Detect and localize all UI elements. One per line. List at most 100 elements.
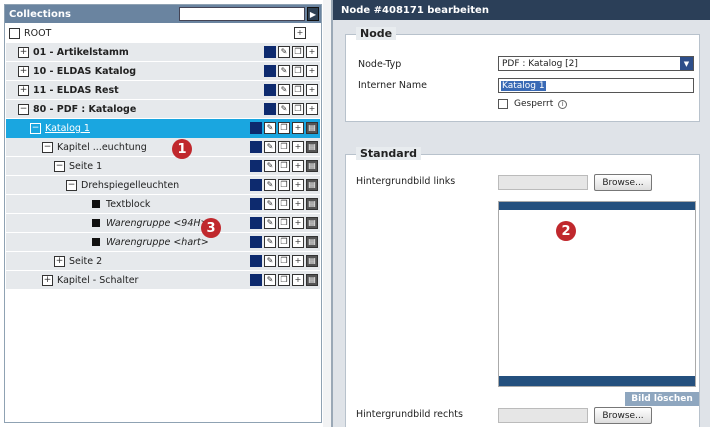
copy-icon[interactable]: ❐	[278, 217, 290, 229]
status-icon[interactable]	[250, 255, 262, 267]
copy-icon[interactable]: ❐	[292, 46, 304, 58]
copy-icon[interactable]: ❐	[278, 198, 290, 210]
add-icon[interactable]: +	[292, 274, 304, 286]
expand-icon[interactable]: +	[18, 46, 29, 58]
bg-left-browse-button[interactable]: Browse...	[594, 174, 652, 191]
tree-row[interactable]: Textblock ✎ ❐ + ▤	[6, 195, 320, 214]
add-icon[interactable]: +	[306, 103, 318, 115]
edit-icon[interactable]: ✎	[264, 255, 276, 267]
collapse-icon[interactable]: −	[18, 103, 29, 115]
add-icon[interactable]: +	[292, 198, 304, 210]
root-checkbox[interactable]	[9, 28, 20, 39]
add-icon[interactable]: +	[306, 46, 318, 58]
status-icon[interactable]	[250, 179, 262, 191]
collections-search-input[interactable]	[179, 7, 305, 21]
tree-row[interactable]: − Drehspiegelleuchten ✎ ❐ + ▤	[6, 176, 320, 195]
add-icon[interactable]: +	[306, 84, 318, 96]
bg-right-browse-button[interactable]: Browse...	[594, 407, 652, 424]
collapse-icon[interactable]: −	[54, 160, 65, 172]
lock-icon[interactable]: ▤	[306, 141, 318, 153]
lock-icon[interactable]: ▤	[306, 255, 318, 267]
status-icon[interactable]	[264, 84, 276, 96]
expand-icon[interactable]: +	[18, 84, 29, 96]
internal-name-input[interactable]: Katalog 1	[498, 78, 694, 93]
add-icon[interactable]: +	[292, 122, 304, 134]
info-icon[interactable]: i	[558, 99, 568, 109]
tree-row[interactable]: + 10 - ELDAS Katalog ✎ ❐ +	[6, 62, 320, 81]
lock-icon[interactable]: ▤	[306, 198, 318, 210]
status-icon[interactable]	[250, 198, 262, 210]
tree-row[interactable]: + Seite 2 ✎ ❐ + ▤	[6, 252, 320, 271]
lock-icon[interactable]: ▤	[306, 122, 318, 134]
locked-checkbox[interactable]	[498, 99, 508, 109]
status-icon[interactable]	[250, 236, 262, 248]
status-icon[interactable]	[250, 122, 262, 134]
lock-icon[interactable]: ▤	[306, 217, 318, 229]
collapse-icon[interactable]: −	[66, 179, 77, 191]
add-icon[interactable]: +	[306, 65, 318, 77]
edit-icon[interactable]: ✎	[278, 103, 290, 115]
edit-icon[interactable]: ✎	[264, 236, 276, 248]
copy-icon[interactable]: ❐	[278, 236, 290, 248]
copy-icon[interactable]: ❐	[292, 84, 304, 96]
add-icon[interactable]: +	[292, 179, 304, 191]
tree-row[interactable]: + 01 - Artikelstamm ✎ ❐ +	[6, 43, 320, 62]
delete-image-button[interactable]: Bild löschen	[625, 392, 699, 406]
add-icon[interactable]: +	[292, 217, 304, 229]
collapse-icon[interactable]: −	[30, 123, 41, 134]
status-icon[interactable]	[250, 141, 262, 153]
tree-row-selected[interactable]: − Katalog 1 ✎ ❐ + ▤	[6, 119, 320, 138]
lock-icon[interactable]: ▤	[306, 179, 318, 191]
locked-option[interactable]: Gesperrt i	[498, 99, 568, 109]
lock-icon[interactable]: ▤	[306, 236, 318, 248]
edit-icon[interactable]: ✎	[264, 141, 276, 153]
add-icon[interactable]: +	[292, 160, 304, 172]
edit-icon[interactable]: ✎	[264, 217, 276, 229]
status-icon[interactable]	[264, 65, 276, 77]
edit-icon[interactable]: ✎	[264, 122, 276, 134]
tree-row-root[interactable]: ROOT +	[6, 24, 320, 43]
edit-icon[interactable]: ✎	[264, 198, 276, 210]
tree-row[interactable]: − Seite 1 ✎ ❐ + ▤	[6, 157, 320, 176]
tree-row[interactable]: Warengruppe <hart> ✎ ❐ + ▤	[6, 233, 320, 252]
node-type-select[interactable]: PDF : Katalog [2] ▼	[498, 56, 694, 71]
lock-icon[interactable]: ▤	[306, 274, 318, 286]
lock-icon[interactable]: ▤	[306, 160, 318, 172]
status-icon[interactable]	[250, 160, 262, 172]
copy-icon[interactable]: ❐	[278, 141, 290, 153]
add-icon[interactable]: +	[292, 236, 304, 248]
collapse-icon[interactable]: −	[42, 141, 53, 153]
edit-icon[interactable]: ✎	[278, 46, 290, 58]
copy-icon[interactable]: ❐	[278, 122, 290, 134]
status-icon[interactable]	[264, 46, 276, 58]
tree-row[interactable]: + 11 - ELDAS Rest ✎ ❐ +	[6, 81, 320, 100]
expand-icon[interactable]: +	[54, 255, 65, 267]
bg-right-file-input[interactable]	[498, 408, 588, 423]
expand-icon[interactable]: +	[18, 65, 29, 77]
edit-icon[interactable]: ✎	[278, 65, 290, 77]
add-icon[interactable]: +	[292, 141, 304, 153]
edit-icon[interactable]: ✎	[264, 274, 276, 286]
bg-left-file-input[interactable]	[498, 175, 588, 190]
status-icon[interactable]	[250, 274, 262, 286]
edit-icon[interactable]: ✎	[264, 160, 276, 172]
tree-row[interactable]: − Kapitel ...euchtung ✎ ❐ + ▤	[6, 138, 320, 157]
copy-icon[interactable]: ❐	[292, 65, 304, 77]
tree-row[interactable]: Warengruppe <94H> ✎ ❐ + ▤	[6, 214, 320, 233]
edit-icon[interactable]: ✎	[278, 84, 290, 96]
tree-row[interactable]: + Kapitel - Schalter ✎ ❐ + ▤	[6, 271, 320, 290]
tree-row[interactable]: − 80 - PDF : Kataloge ✎ ❐ +	[6, 100, 320, 119]
search-go-button[interactable]: ▶	[307, 7, 319, 21]
chevron-down-icon[interactable]: ▼	[680, 57, 693, 70]
status-icon[interactable]	[264, 103, 276, 115]
add-icon[interactable]: +	[294, 27, 306, 39]
add-icon[interactable]: +	[292, 255, 304, 267]
copy-icon[interactable]: ❐	[278, 274, 290, 286]
copy-icon[interactable]: ❐	[278, 160, 290, 172]
status-icon[interactable]	[250, 217, 262, 229]
expand-icon[interactable]: +	[42, 274, 53, 286]
copy-icon[interactable]: ❐	[278, 179, 290, 191]
copy-icon[interactable]: ❐	[292, 103, 304, 115]
edit-icon[interactable]: ✎	[264, 179, 276, 191]
copy-icon[interactable]: ❐	[278, 255, 290, 267]
